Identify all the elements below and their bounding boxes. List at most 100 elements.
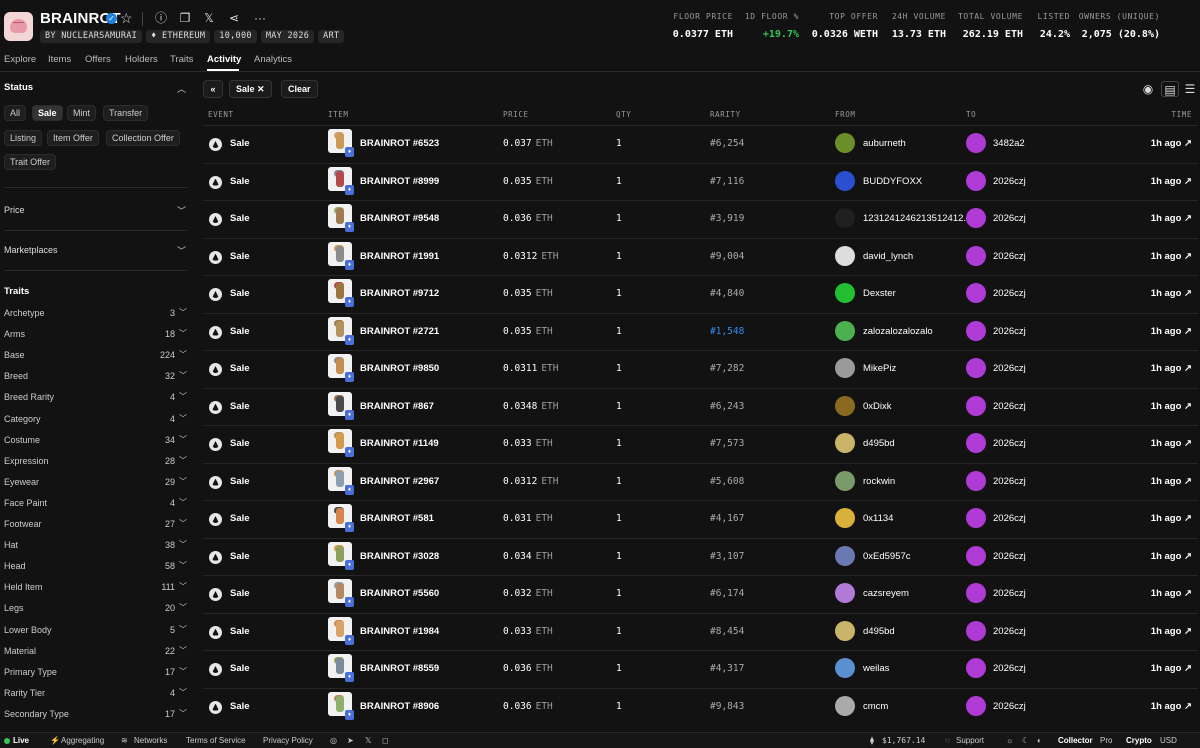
item-name[interactable]: BRAINROT #3028 [360,551,439,562]
status-pill-item-offer[interactable]: Item Offer [47,130,99,146]
table-row[interactable]: Sale ♦ BRAINROT #9850 0.0311 ETH 1 #7,282 MikeP… [203,350,1198,387]
privacy-link[interactable]: Privacy Policy [263,736,313,745]
status-pill-mint[interactable]: Mint [67,105,97,121]
status-pill-trait-offer[interactable]: Trait Offer [4,154,57,170]
table-row[interactable]: Sale ♦ BRAINROT #3028 0.034 ETH 1 #3,107 0xEd59… [203,537,1198,575]
item-name[interactable]: BRAINROT #1984 [360,626,439,637]
x-icon[interactable]: 𝕏 [365,736,371,745]
event-time-link[interactable]: 1h ago ↗ [1151,213,1192,224]
item-name[interactable]: BRAINROT #8559 [360,663,439,674]
chevron-down-icon[interactable]: ﹀ [179,455,187,466]
from-address[interactable]: MikePiz [863,363,896,374]
collection-image[interactable] [4,12,33,41]
trait-filter-row[interactable]: Breed 32 ﹀ [4,371,187,385]
to-avatar[interactable] [966,133,986,153]
trait-filter-row[interactable]: Base 224 ﹀ [4,350,187,364]
event-time-link[interactable]: 1h ago ↗ [1151,363,1192,374]
trait-filter-row[interactable]: Primary Type 17 ﹀ [4,667,187,681]
chevron-down-icon[interactable]: ﹀ [179,645,187,656]
from-avatar[interactable] [835,208,855,228]
to-avatar[interactable] [966,358,986,378]
table-row[interactable]: Sale ♦ BRAINROT #9712 0.035 ETH 1 #4,840 Dexste… [203,275,1198,312]
chevron-down-icon[interactable]: ﹀ [179,413,187,424]
chevron-down-icon[interactable]: ﹀ [179,539,187,550]
table-row[interactable]: Sale ♦ BRAINROT #2967 0.0312 ETH 1 #5,608 rockw… [203,462,1198,500]
tab-activity[interactable]: Activity [207,54,241,65]
event-time-link[interactable]: 1h ago ↗ [1151,438,1192,449]
item-name[interactable]: BRAINROT #8999 [360,176,439,187]
to-address[interactable]: 2026czj [993,251,1026,262]
more-icon[interactable]: ··· [252,10,268,26]
from-avatar[interactable] [835,245,855,266]
to-address[interactable]: 2026czj [993,438,1026,449]
from-avatar[interactable] [835,545,855,566]
to-address[interactable]: 3482a2 [993,138,1025,149]
collapse-sidebar-button[interactable]: « [203,80,223,98]
event-time-link[interactable]: 1h ago ↗ [1151,401,1192,412]
item-name[interactable]: BRAINROT #2967 [360,476,439,487]
chevron-down-icon[interactable]: ﹀ [179,602,187,613]
to-avatar[interactable] [966,658,986,678]
moon-icon[interactable]: ☾ [1022,736,1029,745]
chevron-down-icon[interactable]: ﹀ [179,370,187,381]
to-address[interactable]: 2026czj [993,588,1026,599]
item-name[interactable]: BRAINROT #1991 [360,251,439,262]
item-name[interactable]: BRAINROT #867 [360,401,434,412]
star-icon[interactable]: ☆ [120,10,133,27]
to-avatar[interactable] [966,470,986,491]
chevron-down-icon[interactable]: ﹀ [179,708,187,719]
status-pill-transfer[interactable]: Transfer [103,105,149,121]
table-row[interactable]: Sale ♦ BRAINROT #581 0.031 ETH 1 #4,167 0x1134 2… [203,500,1198,537]
trait-filter-row[interactable]: Expression 28 ﹀ [4,456,187,470]
from-avatar[interactable] [835,320,855,341]
to-address[interactable]: 2026czj [993,476,1026,487]
table-row[interactable]: Sale ♦ BRAINROT #1984 0.033 ETH 1 #8,454 d495bd… [203,612,1198,650]
to-address[interactable]: 2026czj [993,213,1026,224]
from-avatar[interactable] [835,433,855,453]
item-name[interactable]: BRAINROT #9548 [360,213,439,224]
chevron-down-icon[interactable]: ﹀ [179,328,187,339]
chevron-down-icon[interactable]: ﹀ [179,391,187,402]
price-filter-label[interactable]: Price [4,205,25,215]
trait-filter-row[interactable]: Arms 18 ﹀ [4,329,187,343]
pro-mode-button[interactable]: Pro [1100,736,1112,745]
event-time-link[interactable]: 1h ago ↗ [1151,663,1192,674]
from-avatar[interactable] [835,620,855,641]
chevron-down-icon[interactable]: ﹀ [179,624,187,635]
trait-filter-row[interactable]: Lower Body 5 ﹀ [4,625,187,639]
item-name[interactable]: BRAINROT #5560 [360,588,439,599]
event-time-link[interactable]: 1h ago ↗ [1151,138,1192,149]
to-address[interactable]: 2026czj [993,401,1026,412]
to-address[interactable]: 2026czj [993,626,1026,637]
trait-filter-row[interactable]: Breed Rarity 4 ﹀ [4,392,187,406]
from-address[interactable]: d495bd [863,438,895,449]
trait-filter-row[interactable]: Material 22 ﹀ [4,646,187,660]
to-address[interactable]: 2026czj [993,551,1026,562]
to-avatar[interactable] [966,508,986,528]
to-address[interactable]: 2026czj [993,363,1026,374]
chevron-down-icon[interactable]: ﹀ [179,497,187,508]
table-row[interactable]: Sale ♦ BRAINROT #5560 0.032 ETH 1 #6,174 cazsre… [203,575,1198,612]
from-avatar[interactable] [835,358,855,378]
active-filter-chip[interactable]: Sale ✕ [229,80,272,98]
from-address[interactable]: 0xDixk [863,401,892,412]
tab-analytics[interactable]: Analytics [254,54,292,65]
instagram-icon[interactable]: ◻ [382,736,389,745]
chevron-down-icon[interactable]: ﹀ [179,518,187,529]
eye-icon[interactable]: ◉ [1140,81,1156,97]
tab-holders[interactable]: Holders [125,54,158,65]
aggregating-label[interactable]: Aggregating [61,736,104,745]
trait-filter-row[interactable]: Category 4 ﹀ [4,414,187,428]
to-avatar[interactable] [966,695,986,716]
table-row[interactable]: Sale ♦ BRAINROT #1149 0.033 ETH 1 #7,573 d495bd… [203,425,1198,462]
from-address[interactable]: Dexster [863,288,896,299]
tab-traits[interactable]: Traits [170,54,193,65]
event-time-link[interactable]: 1h ago ↗ [1151,701,1192,712]
chevron-down-icon[interactable]: ﹀ [179,434,187,445]
from-address[interactable]: d495bd [863,626,895,637]
event-time-link[interactable]: 1h ago ↗ [1151,476,1192,487]
table-row[interactable]: Sale ♦ BRAINROT #8999 0.035 ETH 1 #7,116 BUDDYF… [203,162,1198,200]
tab-items[interactable]: Items [48,54,71,65]
from-avatar[interactable] [835,470,855,491]
from-avatar[interactable] [835,695,855,716]
